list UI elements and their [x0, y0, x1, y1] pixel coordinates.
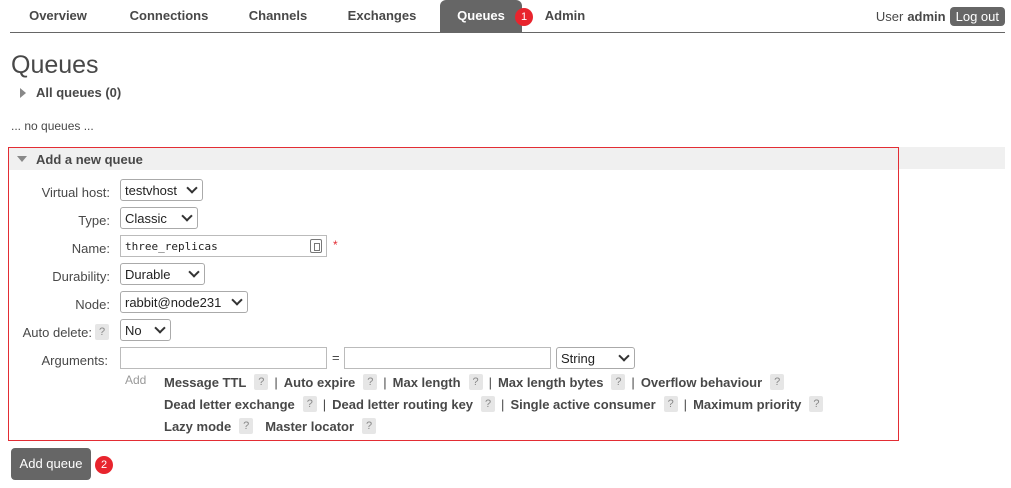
- required-mark: *: [333, 238, 338, 252]
- arg-link-dead-letter-exchange[interactable]: Dead letter exchange: [164, 397, 295, 412]
- separator: |: [683, 396, 688, 412]
- user-label: User: [875, 8, 904, 24]
- max-length-bytes-help-icon[interactable]: ?: [611, 374, 626, 390]
- argument-type-value: String: [561, 350, 595, 366]
- arg-link-max-length[interactable]: Max length: [393, 375, 461, 390]
- chevron-down-icon: [188, 266, 200, 278]
- user-name: admin: [907, 8, 946, 24]
- durability-value: Durable: [125, 266, 171, 282]
- tab-admin[interactable]: Admin: [537, 0, 593, 32]
- arg-link-single-active-consumer[interactable]: Single active consumer: [510, 397, 655, 412]
- master-locator-help-icon[interactable]: ?: [362, 418, 377, 434]
- node-select[interactable]: rabbit@node231: [120, 291, 248, 313]
- tab-exchanges[interactable]: Exchanges: [336, 0, 428, 32]
- durability-select[interactable]: Durable: [120, 263, 205, 285]
- type-value: Classic: [125, 210, 167, 226]
- lazy-mode-help-icon[interactable]: ?: [239, 418, 254, 434]
- chevron-down-icon: [186, 182, 198, 194]
- separator: |: [322, 396, 327, 412]
- argument-links-row-3: Lazy mode ? Master locator ?: [164, 417, 377, 435]
- node-value: rabbit@node231: [125, 294, 222, 310]
- arg-link-dead-letter-routing-key[interactable]: Dead letter routing key: [332, 397, 473, 412]
- tab-channels[interactable]: Channels: [238, 0, 318, 32]
- auto-delete-label: Auto delete:: [22, 325, 92, 340]
- auto-delete-value: No: [125, 322, 142, 338]
- separator: |: [501, 396, 505, 412]
- collapse-arrow-icon: [17, 156, 27, 162]
- expand-arrow-icon: [20, 87, 26, 98]
- arg-link-overflow-behaviour[interactable]: Overflow behaviour: [641, 375, 762, 390]
- page-title: Queues: [11, 51, 99, 79]
- tab-overview[interactable]: Overview: [16, 0, 100, 32]
- virtual-host-label: Virtual host:: [41, 185, 110, 200]
- all-queues-toggle[interactable]: All queues (0): [20, 85, 121, 100]
- user-area: User admin Log out: [876, 6, 1005, 26]
- arg-link-lazy-mode[interactable]: Lazy mode: [164, 419, 231, 434]
- auto-expire-help-icon[interactable]: ?: [363, 374, 378, 390]
- chevron-down-icon: [154, 322, 166, 334]
- separator: |: [383, 374, 387, 390]
- durability-label: Durability:: [52, 269, 110, 284]
- arg-link-maximum-priority[interactable]: Maximum priority: [693, 397, 801, 412]
- type-label: Type:: [78, 213, 110, 228]
- step-marker-1: 1: [515, 8, 533, 26]
- argument-links-row-2: Dead letter exchange ? | Dead letter rou…: [164, 395, 824, 413]
- message-ttl-help-icon[interactable]: ?: [254, 374, 269, 390]
- overflow-behaviour-help-icon[interactable]: ?: [770, 374, 785, 390]
- dead-letter-exchange-help-icon[interactable]: ?: [302, 396, 317, 412]
- no-queues-text: ... no queues ...: [11, 119, 94, 133]
- add-argument-label: Add: [125, 373, 147, 387]
- auto-delete-help-icon[interactable]: ?: [95, 324, 109, 340]
- equals-sign: =: [332, 350, 340, 365]
- chevron-down-icon: [181, 210, 193, 222]
- dead-letter-routing-key-help-icon[interactable]: ?: [481, 396, 496, 412]
- separator: |: [274, 374, 278, 390]
- all-queues-label: All queues (0): [36, 85, 122, 100]
- maximum-priority-help-icon[interactable]: ?: [809, 396, 824, 412]
- arg-link-master-locator[interactable]: Master locator: [265, 419, 354, 434]
- name-input[interactable]: three_replicas: [120, 235, 327, 257]
- tab-queues[interactable]: Queues: [440, 0, 522, 32]
- arg-link-message-ttl[interactable]: Message TTL: [164, 375, 246, 390]
- node-label: Node:: [75, 297, 110, 312]
- chevron-down-icon: [618, 350, 630, 362]
- arg-link-max-length-bytes[interactable]: Max length bytes: [498, 375, 603, 390]
- name-label: Name:: [71, 241, 110, 256]
- name-value: three_replicas: [125, 239, 218, 253]
- section-header-extension: [898, 147, 1005, 169]
- virtual-host-select[interactable]: testvhost: [120, 179, 203, 201]
- nav-divider: [10, 32, 1005, 33]
- top-nav: Overview Connections Channels Exchanges …: [0, 0, 1011, 33]
- add-queue-header[interactable]: Add a new queue: [9, 148, 898, 170]
- step-marker-2: 2: [95, 456, 113, 474]
- chevron-down-icon: [231, 294, 243, 306]
- separator: |: [488, 374, 492, 390]
- argument-links-row-1: Message TTL ? | Auto expire ? | Max leng…: [164, 373, 785, 391]
- max-length-help-icon[interactable]: ?: [468, 374, 483, 390]
- argument-value-input[interactable]: [344, 347, 551, 369]
- argument-type-select[interactable]: String: [556, 347, 635, 369]
- tab-connections[interactable]: Connections: [118, 0, 220, 32]
- type-select[interactable]: Classic: [120, 207, 198, 229]
- virtual-host-value: testvhost: [125, 182, 178, 198]
- auto-delete-select[interactable]: No: [120, 319, 171, 341]
- add-queue-header-label: Add a new queue: [36, 151, 143, 167]
- single-active-consumer-help-icon[interactable]: ?: [663, 396, 678, 412]
- logout-button[interactable]: Log out: [949, 6, 1005, 26]
- arguments-label: Arguments:: [41, 353, 108, 368]
- arg-link-auto-expire[interactable]: Auto expire: [284, 375, 356, 390]
- argument-key-input[interactable]: [120, 347, 327, 369]
- separator: |: [631, 374, 635, 390]
- password-manager-icon[interactable]: [310, 239, 322, 253]
- add-queue-button[interactable]: Add queue: [11, 448, 91, 480]
